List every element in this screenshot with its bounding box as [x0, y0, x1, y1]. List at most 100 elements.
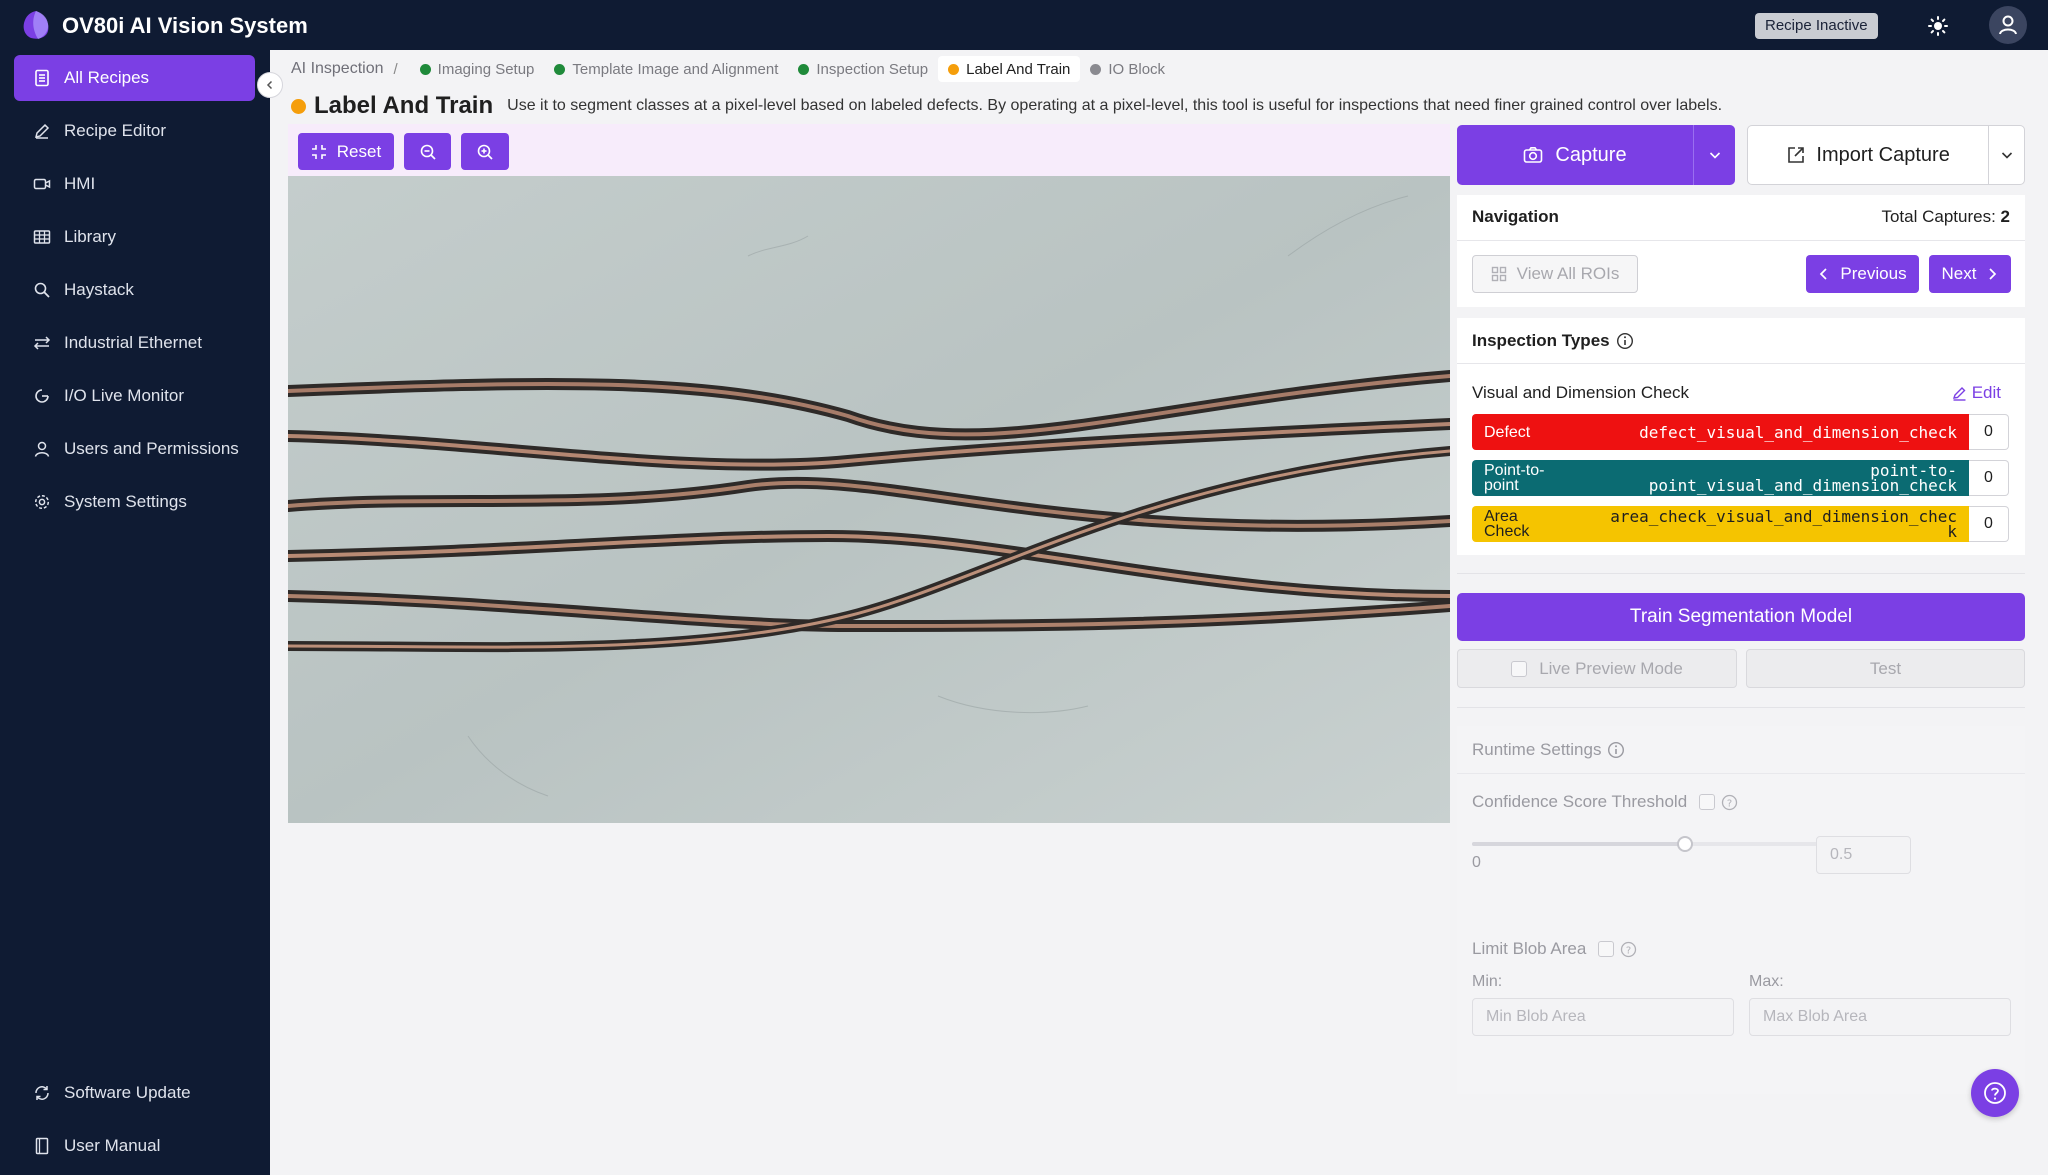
- zoom-in-button[interactable]: [461, 133, 509, 170]
- inspection-type-code: point-to- point_visual_and_dimension_che…: [1648, 463, 1957, 495]
- sidebar-item-recipe-editor[interactable]: Recipe Editor: [14, 108, 255, 154]
- live-preview-mode-toggle[interactable]: Live Preview Mode: [1457, 649, 1737, 688]
- confidence-threshold-checkbox[interactable]: [1699, 794, 1716, 810]
- runtime-settings-panel: Runtime Settings Confidence Score Thresh…: [1457, 726, 2025, 1094]
- status-dot: [419, 63, 431, 75]
- sidebar-item-user-manual[interactable]: User Manual: [14, 1123, 255, 1169]
- sidebar-item-all-recipes[interactable]: All Recipes: [14, 55, 255, 101]
- user-icon: [32, 439, 52, 459]
- capture-main-button[interactable]: Capture: [1457, 125, 1694, 185]
- sidebar-item-system-settings[interactable]: System Settings: [14, 479, 255, 525]
- breadcrumb-step-label: IO Block: [1108, 60, 1166, 78]
- edit-button[interactable]: Edit: [1952, 383, 2001, 403]
- import-capture-dropdown-button[interactable]: [1989, 126, 2024, 184]
- app-title: OV80i AI Vision System: [62, 13, 308, 38]
- train-segmentation-model-button[interactable]: Train Segmentation Model: [1457, 593, 2025, 641]
- inspection-type-bar[interactable]: Point-to- point point-to- point_visual_a…: [1472, 460, 1969, 496]
- live-preview-checkbox[interactable]: [1511, 660, 1528, 677]
- breadcrumb-step-template-image-and-alignment[interactable]: Template Image and Alignment: [544, 56, 788, 82]
- sidebar-item-label: I/O Live Monitor: [64, 386, 184, 405]
- camera-icon: [1524, 147, 1543, 163]
- breadcrumb-step-imaging-setup[interactable]: Imaging Setup: [410, 56, 545, 82]
- inspection-types-heading: Inspection Types: [1472, 331, 1610, 350]
- sidebar-item-users-and-permissions[interactable]: Users and Permissions: [14, 426, 255, 472]
- inspection-type-row-point-to-point[interactable]: Point-to- point point-to- point_visual_a…: [1472, 460, 2009, 496]
- breadcrumb-step-label-and-train[interactable]: Label And Train: [938, 56, 1081, 82]
- inspection-type-code: defect_visual_and_dimension_check: [1639, 422, 1957, 442]
- confidence-slider-thumb[interactable]: [1676, 836, 1693, 852]
- status-dot: [1090, 63, 1102, 75]
- theme-toggle-button[interactable]: [1920, 8, 1956, 44]
- inspection-group-label: Visual and Dimension Check: [1472, 383, 1690, 402]
- info-icon[interactable]: [1616, 332, 1634, 350]
- confidence-value-input[interactable]: 0.5: [1816, 836, 1911, 874]
- capture-dropdown-button[interactable]: [1694, 125, 1735, 185]
- inspection-type-bar[interactable]: Area Check area_check_visual_and_dimensi…: [1472, 506, 1969, 542]
- inspection-type-code-line: area_check_visual_and_dimension_chec: [1610, 507, 1957, 526]
- breadcrumb-step-io-block[interactable]: IO Block: [1080, 56, 1175, 82]
- min-blob-area-input[interactable]: Min Blob Area: [1472, 998, 1734, 1036]
- divider: [1457, 707, 2025, 708]
- sun-icon: [1928, 16, 1948, 36]
- divider: [1457, 573, 2025, 574]
- limit-blob-area-label: Limit Blob Area: [1472, 939, 1587, 958]
- view-all-rois-button[interactable]: View All ROIs: [1472, 255, 1638, 293]
- gear-icon: [32, 492, 52, 512]
- help-button[interactable]: [1971, 1069, 2019, 1117]
- page-title: Label And Train: [314, 92, 494, 119]
- limit-blob-area-checkbox[interactable]: [1598, 941, 1615, 957]
- sidebar-collapse-button[interactable]: [257, 72, 283, 98]
- network-icon: [32, 333, 52, 353]
- user-avatar-button[interactable]: [1989, 6, 2027, 44]
- sidebar-item-industrial-ethernet[interactable]: Industrial Ethernet: [14, 320, 255, 366]
- view-all-rois-label: View All ROIs: [1516, 264, 1620, 283]
- zoom-out-button[interactable]: [404, 133, 451, 170]
- svg-text:?: ?: [1727, 798, 1732, 809]
- chevron-left-icon: [1820, 268, 1828, 280]
- status-dot: [948, 63, 960, 75]
- inspection-type-row-area-check[interactable]: Area Check area_check_visual_and_dimensi…: [1472, 506, 2009, 542]
- max-blob-area-input[interactable]: Max Blob Area: [1749, 998, 2011, 1036]
- next-button[interactable]: Next: [1929, 255, 2011, 293]
- previous-button[interactable]: Previous: [1806, 255, 1919, 293]
- sidebar-item-label: All Recipes: [64, 68, 150, 87]
- app-logo-icon: [23, 11, 49, 39]
- inspection-type-code-line: k: [1947, 522, 1957, 541]
- capture-button[interactable]: Capture: [1457, 125, 1735, 185]
- confidence-threshold-label: Confidence Score Threshold: [1472, 792, 1688, 811]
- inspection-type-row-defect[interactable]: Defect defect_visual_and_dimension_check…: [1472, 414, 2009, 450]
- total-captures-value: 2: [2000, 207, 2010, 226]
- capture-image: [288, 176, 1450, 823]
- zoom-in-icon: [477, 144, 493, 160]
- pen-icon: [32, 121, 52, 141]
- sidebar-item-library[interactable]: Library: [14, 214, 255, 260]
- refresh-icon: [32, 1083, 52, 1103]
- sidebar-item-software-update[interactable]: Software Update: [14, 1070, 255, 1116]
- total-captures-label: Total Captures:: [1881, 207, 1996, 226]
- inspection-type-code-line: point_visual_and_dimension_check: [1648, 476, 1957, 495]
- sidebar-item-label: Industrial Ethernet: [64, 333, 202, 352]
- page-header: Label And Train Use it to segment classe…: [291, 92, 1722, 120]
- help-icon[interactable]: ?: [1721, 794, 1738, 811]
- grid-icon: [1491, 266, 1506, 282]
- video-icon: [32, 174, 52, 194]
- capture-image-canvas[interactable]: [288, 176, 1450, 823]
- reset-button[interactable]: Reset: [298, 133, 394, 170]
- help-icon[interactable]: ?: [1620, 941, 1637, 958]
- info-icon[interactable]: [1607, 741, 1625, 759]
- status-dot: [291, 98, 306, 114]
- test-button[interactable]: Test: [1746, 649, 2025, 688]
- breadcrumb-step-inspection-setup[interactable]: Inspection Setup: [788, 56, 938, 82]
- breadcrumb-root[interactable]: AI Inspection: [291, 60, 384, 78]
- inspection-type-count: 0: [1969, 460, 2009, 496]
- sidebar-item-hmi[interactable]: HMI: [14, 161, 255, 207]
- import-capture-button[interactable]: Import Capture: [1747, 125, 2025, 185]
- runtime-settings-header: Runtime Settings: [1472, 740, 1625, 760]
- sidebar-item-io-live-monitor[interactable]: I/O Live Monitor: [14, 373, 255, 419]
- inspection-type-bar[interactable]: Defect defect_visual_and_dimension_check: [1472, 414, 1969, 450]
- sidebar-item-haystack[interactable]: Haystack: [14, 267, 255, 313]
- breadcrumb: AI Inspection / Imaging Setup Template I…: [291, 56, 1175, 82]
- import-capture-main-button[interactable]: Import Capture: [1748, 126, 1990, 184]
- sidebar-item-label: Software Update: [64, 1083, 191, 1102]
- chevron-down-icon: [1709, 152, 1720, 159]
